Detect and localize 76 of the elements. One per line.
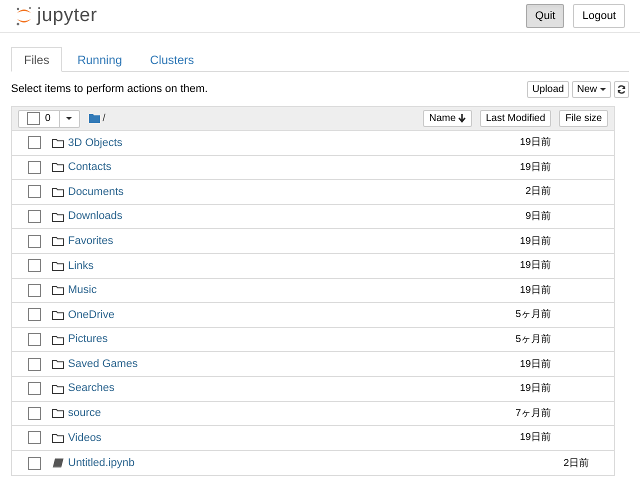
file-link[interactable]: Contacts (68, 159, 112, 176)
logo-text: jupyter (37, 4, 98, 28)
checkbox[interactable] (28, 185, 41, 198)
book-icon (52, 458, 64, 468)
modified-date: 19日前 (520, 160, 551, 175)
tab[interactable]: Clusters (137, 47, 208, 72)
tab[interactable]: Running (64, 47, 136, 72)
modified-date: 19日前 (520, 234, 551, 249)
folder-icon (52, 260, 64, 271)
modified-date: 19日前 (520, 136, 551, 150)
logo-icon (15, 5, 33, 27)
file-link[interactable]: Favorites (68, 232, 114, 250)
folder-icon (52, 236, 64, 246)
instruction-text: Select items to perform actions on them. (11, 82, 208, 97)
upload-button[interactable]: Upload (527, 80, 569, 98)
checkbox[interactable] (28, 333, 41, 346)
folder-icon (52, 285, 64, 296)
folder-icon (52, 408, 64, 418)
folder-icon (52, 384, 64, 394)
modified-date: 2日前 (525, 185, 551, 200)
modified-date: 9日前 (525, 210, 551, 224)
folder-icon (52, 138, 64, 148)
refresh-button[interactable] (614, 80, 629, 98)
folder-icon (52, 186, 64, 197)
checkbox[interactable] (28, 358, 41, 371)
file-link[interactable]: OneDrive (68, 306, 114, 324)
quit-button[interactable]: Quit (526, 4, 564, 28)
checkbox[interactable] (28, 160, 41, 174)
folder-icon (52, 334, 64, 345)
sort-button[interactable]: Last Modified (480, 110, 552, 127)
modified-date: 19日前 (520, 259, 551, 274)
file-link[interactable]: Links (68, 258, 94, 274)
checkbox[interactable] (28, 308, 41, 322)
file-link[interactable]: Searches (68, 380, 114, 397)
sort-button[interactable]: File size (559, 110, 608, 127)
file-link[interactable]: 3D Objects (68, 134, 122, 152)
folder-icon (88, 114, 100, 123)
folder-icon (52, 162, 64, 172)
down-arrow-icon (458, 114, 466, 123)
breadcrumb-link[interactable]: / (102, 111, 106, 126)
file-link[interactable]: Untitled.ipynb (68, 454, 135, 472)
checkbox[interactable] (27, 112, 40, 125)
modified-date: 5ヶ月前 (515, 308, 551, 322)
file-link[interactable]: Music (68, 282, 97, 299)
checkbox[interactable] (28, 456, 41, 470)
file-link[interactable]: Saved Games (68, 356, 138, 372)
folder-icon (52, 359, 64, 370)
modified-date: 19日前 (520, 431, 551, 446)
file-link[interactable]: Pictures (68, 331, 108, 348)
sort-button[interactable]: Name (423, 110, 472, 127)
modified-date: 19日前 (520, 382, 551, 396)
checkbox[interactable] (28, 406, 41, 420)
file-link[interactable]: Downloads (68, 208, 122, 225)
checkbox[interactable] (28, 234, 41, 248)
file-link[interactable]: Documents (68, 184, 124, 200)
modified-date: 2日前 (563, 456, 589, 471)
checkbox[interactable] (28, 210, 41, 224)
folder-icon (52, 310, 64, 320)
folder-icon (52, 432, 64, 443)
modified-date: 19日前 (520, 358, 551, 372)
tab[interactable]: Files (11, 47, 62, 72)
checkbox[interactable] (28, 259, 41, 272)
refresh-icon (617, 84, 626, 94)
file-link[interactable]: source (68, 405, 102, 422)
checkbox[interactable] (28, 382, 41, 396)
folder-icon (52, 212, 64, 222)
selected-count: 0 (45, 112, 51, 126)
modified-date: 7ヶ月前 (515, 406, 551, 421)
checkbox[interactable] (28, 136, 41, 150)
checkbox[interactable] (28, 431, 41, 444)
modified-date: 19日前 (520, 284, 551, 298)
new-button[interactable]: New (572, 80, 611, 98)
logout-button[interactable]: Logout (573, 4, 625, 28)
checkbox[interactable] (28, 284, 41, 297)
file-link[interactable]: Videos (68, 430, 102, 446)
modified-date: 5ヶ月前 (515, 333, 551, 348)
